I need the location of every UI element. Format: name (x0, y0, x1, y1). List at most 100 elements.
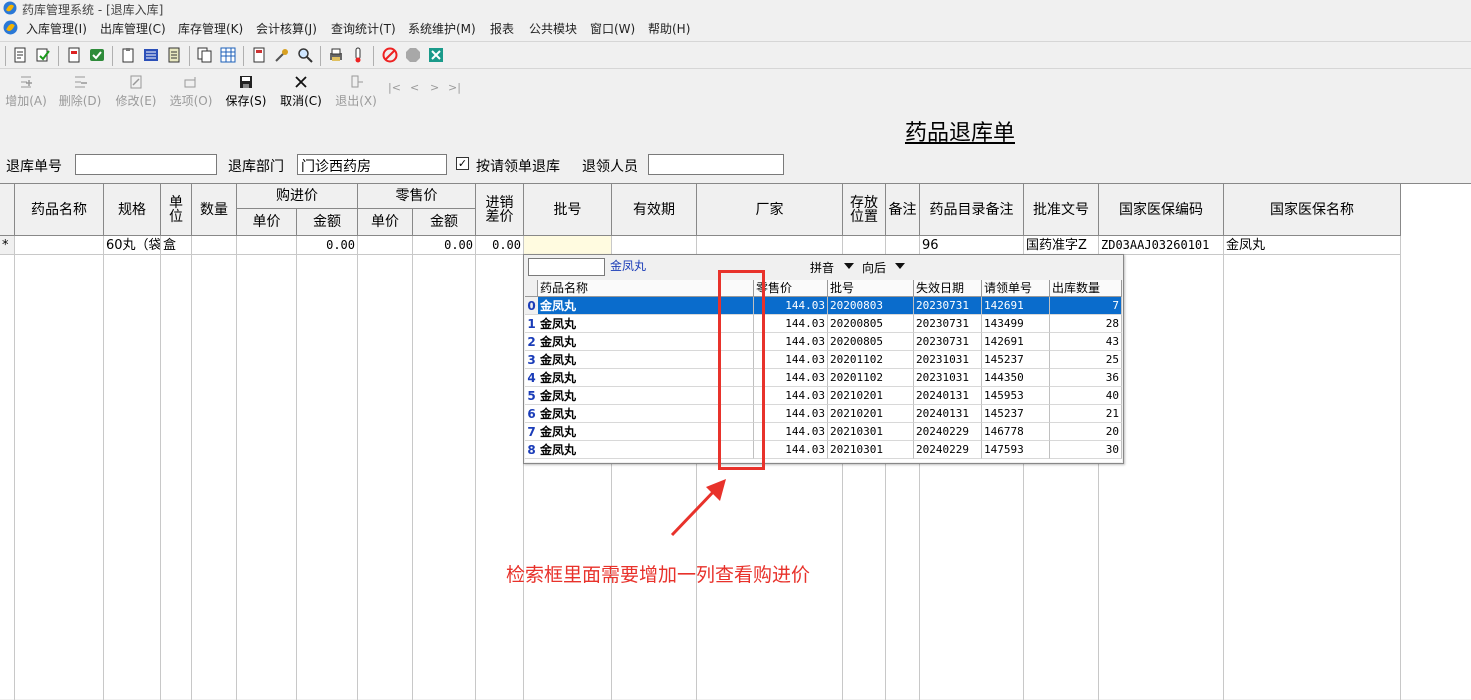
lookup-col-price[interactable]: 零售价 (754, 280, 828, 297)
by-request-checkbox[interactable]: ✓ (456, 157, 469, 170)
col-purchase-amount[interactable]: 金额 (297, 209, 358, 236)
lookup-search-input[interactable] (528, 258, 605, 276)
nav-last-button[interactable]: >| (448, 81, 461, 94)
lookup-col-out-qty[interactable]: 出库数量 (1050, 280, 1122, 297)
stop-icon[interactable] (382, 47, 398, 63)
save-button[interactable]: 保存(S) (220, 74, 272, 110)
delete-button[interactable]: 删除(D) (54, 74, 106, 110)
options-button[interactable]: 选项(O) (165, 74, 217, 110)
cell-qty[interactable] (192, 236, 237, 255)
cell-batch[interactable] (524, 236, 612, 255)
table-row[interactable]: 3 金凤丸 144.03 20201102 20231031 145237 25 (525, 351, 1122, 369)
cell-insurance-code[interactable]: ZD03AAJ03260101 (1099, 236, 1224, 255)
nav-next-button[interactable]: > (430, 81, 439, 94)
lookup-direction-select[interactable]: 向后 (862, 259, 886, 276)
dept-input[interactable]: 门诊西药房 (297, 154, 447, 175)
cell-location[interactable] (843, 236, 886, 255)
nav-first-button[interactable]: |< (388, 81, 401, 94)
cell-catalog-remark[interactable]: 96 (920, 236, 1024, 255)
cancel-button[interactable]: 取消(C) (275, 74, 327, 110)
lookup-col-expiry[interactable]: 失效日期 (914, 280, 982, 297)
lookup-cell-index: 3 (525, 351, 538, 369)
menu-outbound[interactable]: 出库管理(C) (100, 20, 166, 37)
col-purchase-unit-price[interactable]: 单价 (237, 209, 297, 236)
mode-chevron-down-icon[interactable] (844, 263, 854, 269)
cell-approval-no[interactable]: 国药准字Z (1024, 236, 1099, 255)
table-row[interactable]: 0 金凤丸 144.03 20200803 20230731 142691 7 (525, 297, 1122, 315)
window-close-icon[interactable] (428, 47, 444, 63)
lookup-col-batch[interactable]: 批号 (828, 280, 914, 297)
col-location[interactable]: 存放位置 (843, 184, 886, 236)
tools-icon[interactable] (274, 47, 290, 63)
cell-unit[interactable]: 盒 (161, 236, 192, 255)
calculator-icon[interactable] (251, 47, 267, 63)
table-row[interactable]: 7 金凤丸 144.03 20210301 20240229 146778 20 (525, 423, 1122, 441)
cell-vendor[interactable] (697, 236, 843, 255)
search-icon[interactable] (297, 47, 313, 63)
lookup-mode-select[interactable]: 拼音 (810, 259, 834, 276)
col-qty[interactable]: 数量 (192, 184, 237, 236)
col-drug-name[interactable]: 药品名称 (15, 184, 104, 236)
col-insurance-code[interactable]: 国家医保编码 (1099, 184, 1224, 236)
cell-insurance-name[interactable]: 金凤丸 (1224, 236, 1401, 255)
table-row[interactable]: 6 金凤丸 144.03 20210201 20240131 145237 21 (525, 405, 1122, 423)
cell-drug-name[interactable] (15, 236, 104, 255)
add-button[interactable]: 增加(A) (0, 74, 52, 110)
cell-retail-price[interactable] (358, 236, 413, 255)
cell-retail-amount[interactable]: 0.00 (413, 236, 476, 255)
cell-spec[interactable]: 60丸（袋 (104, 236, 161, 255)
thermometer-icon[interactable] (350, 47, 366, 63)
menu-window[interactable]: 窗口(W) (590, 20, 635, 37)
cell-expiry[interactable] (612, 236, 697, 255)
col-remark[interactable]: 备注 (886, 184, 920, 236)
col-insurance-name[interactable]: 国家医保名称 (1224, 184, 1401, 236)
menu-accounting[interactable]: 会计核算(J) (256, 20, 317, 37)
table-icon[interactable] (220, 47, 236, 63)
red-doc-icon[interactable] (66, 47, 82, 63)
table-row[interactable]: 8 金凤丸 144.03 20210301 20240229 147593 30 (525, 441, 1122, 459)
check-doc-icon[interactable] (35, 47, 51, 63)
lookup-cell-out-qty: 20 (1050, 423, 1122, 441)
col-catalog-remark[interactable]: 药品目录备注 (920, 184, 1024, 236)
cell-purchase-price[interactable] (237, 236, 297, 255)
table-row[interactable]: 2 金凤丸 144.03 20200805 20230731 142691 43 (525, 333, 1122, 351)
cell-price-diff[interactable]: 0.00 (476, 236, 524, 255)
menu-help[interactable]: 帮助(H) (648, 20, 690, 37)
nav-prev-button[interactable]: < (410, 81, 419, 94)
copy-doc-icon[interactable] (197, 47, 213, 63)
list-view-icon[interactable] (143, 47, 159, 63)
menu-system[interactable]: 系统维护(M) (408, 20, 476, 37)
col-batch[interactable]: 批号 (524, 184, 612, 236)
direction-chevron-down-icon[interactable] (895, 263, 905, 269)
drug-lookup-dropdown: 金凤丸 拼音 向后 药品名称 零售价 批号 失效日期 请领单号 出库数量 0 金凤… (523, 254, 1124, 464)
return-no-input[interactable] (75, 154, 217, 175)
table-row[interactable]: 4 金凤丸 144.03 20201102 20231031 144350 36 (525, 369, 1122, 387)
cell-remark[interactable] (886, 236, 920, 255)
ledger-icon[interactable] (166, 47, 182, 63)
menu-query-stats[interactable]: 查询统计(T) (331, 20, 396, 37)
octagon-icon[interactable] (405, 47, 421, 63)
lookup-col-request-no[interactable]: 请领单号 (982, 280, 1050, 297)
col-unit[interactable]: 单位 (161, 184, 192, 236)
col-retail-unit-price[interactable]: 单价 (358, 209, 413, 236)
approve-icon[interactable] (89, 47, 105, 63)
inbound-doc-icon[interactable] (12, 47, 28, 63)
col-approval-no[interactable]: 批准文号 (1024, 184, 1099, 236)
table-row[interactable]: 1 金凤丸 144.03 20200805 20230731 143499 28 (525, 315, 1122, 333)
returner-input[interactable] (648, 154, 784, 175)
menu-reports[interactable]: 报表 (490, 20, 514, 37)
table-row[interactable]: 5 金凤丸 144.03 20210201 20240131 145953 40 (525, 387, 1122, 405)
col-expiry[interactable]: 有效期 (612, 184, 697, 236)
menu-common[interactable]: 公共模块 (529, 20, 577, 37)
printer-icon[interactable] (328, 47, 344, 63)
clipboard-icon[interactable] (120, 47, 136, 63)
col-spec[interactable]: 规格 (104, 184, 161, 236)
menu-inbound[interactable]: 入库管理(I) (26, 20, 87, 37)
edit-button[interactable]: 修改(E) (110, 74, 162, 110)
col-vendor[interactable]: 厂家 (697, 184, 843, 236)
col-price-diff[interactable]: 进销差价 (476, 184, 524, 236)
menu-inventory[interactable]: 库存管理(K) (178, 20, 243, 37)
cell-purchase-amount[interactable]: 0.00 (297, 236, 358, 255)
exit-button[interactable]: 退出(X) (330, 74, 382, 110)
col-retail-amount[interactable]: 金额 (413, 209, 476, 236)
